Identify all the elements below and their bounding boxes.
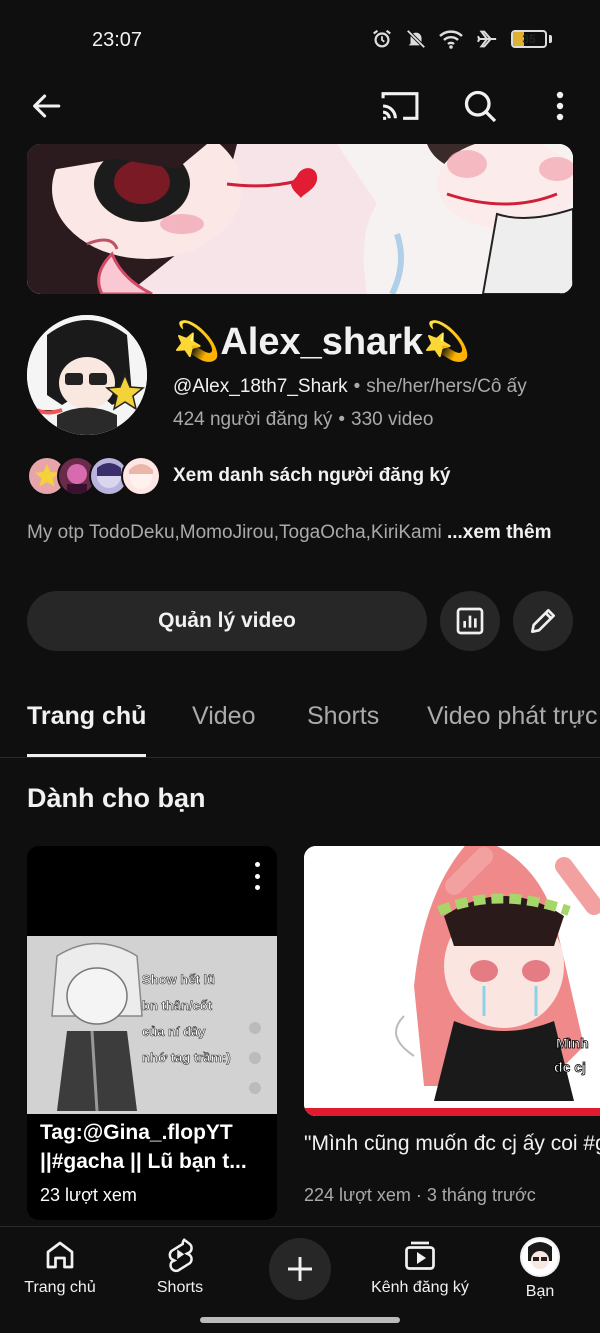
separator-dot: • [353, 376, 361, 397]
channel-banner [27, 144, 573, 294]
channel-avatar[interactable] [27, 315, 147, 435]
video-title[interactable]: "Mình cũng muốn đc cj ấy coi #gacha #cap… [304, 1129, 600, 1158]
svg-text:Show hết lũ: Show hết lũ [142, 972, 215, 987]
pencil-icon [531, 609, 555, 633]
nav-shorts[interactable]: Shorts [120, 1237, 240, 1297]
more-vertical-icon [556, 91, 564, 121]
video-thumbnail: Show hết lũ bn thân/cốt của ní đây nhớ t… [27, 936, 277, 1114]
shorts-icon [168, 1238, 193, 1273]
analytics-button[interactable] [440, 591, 500, 651]
mute-icon [406, 29, 426, 49]
svg-text:Mình: Mình [556, 1035, 589, 1051]
wifi-icon [439, 30, 463, 49]
gesture-home-indicator[interactable] [200, 1317, 400, 1323]
nav-you[interactable]: Bạn [480, 1237, 600, 1301]
channel-handle: @Alex_18th7_Shark [173, 376, 348, 397]
profile-avatar-icon [520, 1237, 560, 1277]
search-button[interactable] [458, 84, 502, 128]
svg-text:của ní đây: của ní đây [142, 1024, 206, 1039]
video-card[interactable]: Show hết lũ bn thân/cốt của ní đây nhớ t… [27, 846, 277, 1220]
status-icons: 35 [371, 28, 552, 50]
more-options-button[interactable] [538, 84, 582, 128]
top-app-bar [0, 80, 600, 130]
back-button[interactable] [24, 84, 68, 128]
edit-channel-button[interactable] [513, 591, 573, 651]
channel-handle-line: @Alex_18th7_Shark • she/her/hers/Cô ấy [173, 376, 527, 398]
battery-indicator: 35 [511, 30, 547, 48]
banner-artwork [27, 144, 573, 294]
status-time: 23:07 [92, 29, 143, 51]
cast-button[interactable] [378, 84, 422, 128]
video-title: Tag:@Gina_.flopYT ||#gacha || Lũ bạn t..… [40, 1121, 247, 1173]
channel-description[interactable]: My otp TodoDeku,MomoJirou,TogaOcha,KiriK… [27, 520, 573, 546]
airplane-icon [476, 30, 497, 48]
video-menu-button[interactable] [247, 862, 267, 890]
channel-stats: 424 người đăng ký • 330 video [173, 409, 433, 431]
subscriber-count: 424 người đăng ký [173, 409, 333, 430]
video-count: 330 video [351, 409, 434, 430]
alarm-icon [373, 29, 391, 48]
channel-pronouns: she/her/hers/Cô ấy [366, 376, 527, 397]
tab-videos[interactable]: Video [192, 702, 256, 731]
arrow-left-icon [33, 94, 61, 118]
channel-name: 💫Alex_shark💫 [173, 321, 471, 363]
create-button[interactable] [269, 1238, 331, 1300]
nav-home[interactable]: Trang chủ [0, 1237, 120, 1297]
bottom-navigation: Trang chủ Shorts Kênh đăng ký Bạn [0, 1226, 600, 1333]
nav-subscriptions[interactable]: Kênh đăng ký [360, 1237, 480, 1297]
video-views: 23 lượt xem [40, 1185, 137, 1205]
analytics-icon [456, 607, 484, 635]
avatar-artwork [27, 315, 147, 435]
manage-videos-button[interactable]: Quản lý video [27, 591, 427, 651]
status-bar: 23:07 35 [0, 0, 600, 80]
subscriber-avatars [27, 456, 161, 496]
home-icon [46, 1241, 74, 1269]
separator-dot: • [338, 409, 345, 430]
tab-active-indicator [27, 754, 146, 757]
cast-icon [381, 92, 419, 120]
section-title: Dành cho bạn [27, 783, 206, 813]
view-subscribers-row[interactable]: Xem danh sách người đăng ký [27, 456, 451, 496]
subscriptions-icon [405, 1241, 435, 1270]
description-more-link[interactable]: ...xem thêm [447, 522, 552, 543]
view-subscribers-link: Xem danh sách người đăng ký [173, 465, 451, 486]
battery-tip [549, 35, 552, 43]
video-meta: 224 lượt xem · 3 tháng trước [304, 1185, 536, 1205]
video-thumbnail[interactable]: Mình đc cj [304, 846, 600, 1116]
tab-live[interactable]: Video phát trực tiếp [427, 702, 600, 731]
svg-text:bn thân/cốt: bn thân/cốt [142, 998, 213, 1013]
search-icon [464, 90, 497, 123]
tab-home[interactable]: Trang chủ [27, 702, 146, 731]
tab-shorts[interactable]: Shorts [307, 702, 379, 731]
channel-tabs: Trang chủ Video Shorts Video phát trực t… [0, 690, 600, 758]
plus-icon [288, 1257, 312, 1281]
svg-text:nhớ tag trầm:): nhớ tag trầm:) [142, 1050, 231, 1065]
description-text: My otp TodoDeku,MomoJirou,TogaOcha,KiriK… [27, 522, 442, 543]
subscriber-avatar [121, 456, 161, 496]
svg-text:đc cj: đc cj [554, 1059, 586, 1075]
